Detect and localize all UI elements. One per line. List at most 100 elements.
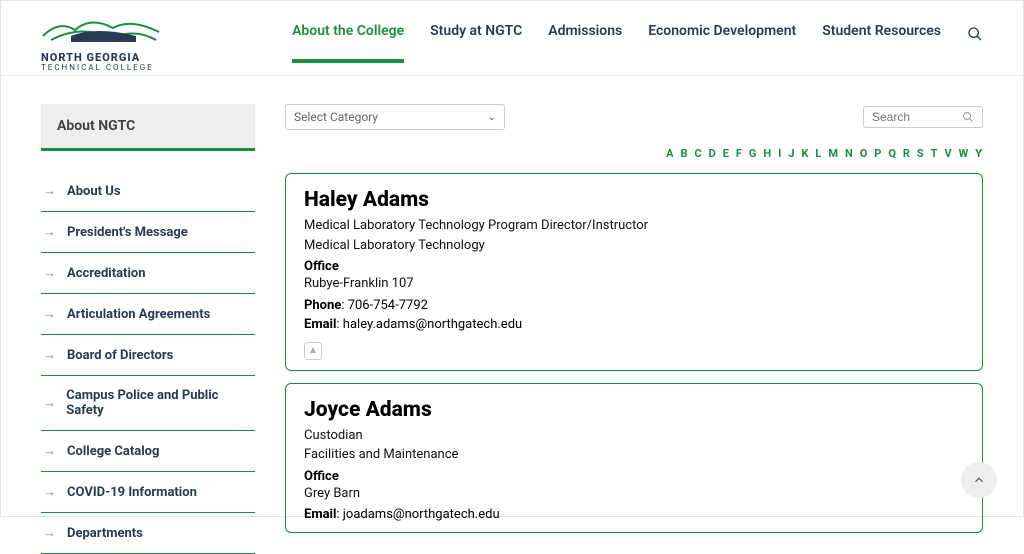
chevron-down-icon: ⌄ — [488, 112, 496, 123]
logo[interactable]: NORTH GEORGIA TECHNICAL COLLEGE — [41, 14, 161, 72]
person-email: Email: joadams@northgatech.edu — [304, 507, 964, 522]
alpha-link[interactable]: K — [801, 147, 809, 160]
alpha-link[interactable]: A — [666, 147, 674, 160]
person-card: Haley Adams Medical Laboratory Technolog… — [285, 173, 983, 371]
alpha-link[interactable]: D — [709, 147, 717, 160]
alpha-link[interactable]: V — [944, 147, 952, 160]
alpha-link[interactable]: P — [874, 147, 882, 160]
sidebar-item-board[interactable]: → Board of Directors — [41, 335, 255, 376]
sidebar-item-articulation[interactable]: → Articulation Agreements — [41, 294, 255, 335]
logo-text-line2: TECHNICAL COLLEGE — [41, 63, 154, 72]
sidebar-item-label: Accreditation — [67, 266, 146, 281]
alpha-link[interactable]: Y — [975, 147, 983, 160]
nav-about-college[interactable]: About the College — [292, 23, 404, 63]
alpha-index: A B C D E F G H I J K L M N O P Q R S T … — [285, 142, 983, 161]
person-dept: Medical Laboratory Technology — [304, 236, 964, 256]
main: Select Category ⌄ A B C D E F G H I J K … — [285, 104, 983, 554]
sidebar-item-covid[interactable]: → COVID-19 Information — [41, 472, 255, 513]
search-icon — [962, 111, 974, 123]
arrow-right-icon: → — [43, 443, 57, 459]
sidebar-item-label: COVID-19 Information — [67, 485, 197, 500]
main-top-controls: Select Category ⌄ — [285, 104, 983, 130]
alpha-link[interactable]: B — [680, 147, 688, 160]
arrow-right-icon: → — [43, 224, 57, 240]
person-name: Joyce Adams — [304, 398, 964, 422]
alpha-link[interactable]: T — [931, 147, 939, 160]
logo-text-line1: NORTH GEORGIA — [41, 52, 140, 63]
logo-mountain-icon — [41, 14, 161, 52]
person-office: Office — [304, 259, 964, 274]
person-email-value[interactable]: haley.adams@northgatech.edu — [343, 317, 522, 332]
arrow-right-icon: → — [43, 306, 57, 322]
sidebar-item-label: Departments — [67, 526, 143, 541]
sidebar-item-label: Campus Police and Public Safety — [66, 388, 249, 418]
alpha-link[interactable]: F — [736, 147, 743, 160]
arrow-right-icon: → — [43, 265, 57, 281]
office-label: Office — [304, 469, 339, 484]
sidebar-item-about-us[interactable]: → About Us — [41, 171, 255, 212]
person-marker-icon[interactable]: ▲ — [304, 342, 322, 360]
arrow-right-icon: → — [43, 484, 57, 500]
person-dept: Facilities and Maintenance — [304, 445, 964, 465]
sidebar-item-label: Board of Directors — [67, 348, 173, 363]
arrow-right-icon: → — [43, 525, 57, 541]
alpha-link[interactable]: O — [860, 147, 869, 160]
content: About NGTC → About Us → President's Mess… — [1, 76, 1023, 554]
email-label: Email — [304, 507, 336, 522]
alpha-link[interactable]: J — [788, 147, 795, 160]
alpha-link[interactable]: E — [723, 147, 730, 160]
top-nav: About the College Study at NGTC Admissio… — [292, 23, 983, 63]
alpha-link[interactable]: S — [917, 147, 925, 160]
phone-label: Phone — [304, 298, 341, 313]
alpha-link[interactable]: I — [778, 147, 782, 160]
person-email: Email: haley.adams@northgatech.edu — [304, 317, 964, 332]
nav-study[interactable]: Study at NGTC — [430, 23, 522, 63]
sidebar: About NGTC → About Us → President's Mess… — [41, 104, 255, 554]
search-input[interactable] — [872, 110, 956, 124]
sidebar-item-label: College Catalog — [67, 444, 159, 459]
person-email-value[interactable]: joadams@northgatech.edu — [343, 507, 500, 522]
search-box[interactable] — [863, 106, 983, 128]
alpha-link[interactable]: H — [763, 147, 772, 160]
sidebar-item-departments[interactable]: → Departments — [41, 513, 255, 554]
search-icon[interactable] — [967, 26, 983, 42]
sidebar-item-accreditation[interactable]: → Accreditation — [41, 253, 255, 294]
sidebar-item-label: Articulation Agreements — [67, 307, 210, 322]
select-category-label: Select Category — [294, 110, 378, 124]
nav-admissions[interactable]: Admissions — [548, 23, 622, 63]
person-office: Office — [304, 469, 964, 484]
alpha-link[interactable]: W — [959, 147, 970, 160]
header: NORTH GEORGIA TECHNICAL COLLEGE About th… — [1, 1, 1023, 76]
sidebar-item-label: About Us — [67, 184, 121, 199]
sidebar-item-presidents-message[interactable]: → President's Message — [41, 212, 255, 253]
alpha-link[interactable]: Q — [888, 147, 897, 160]
select-category[interactable]: Select Category ⌄ — [285, 104, 505, 130]
person-office-value: Grey Barn — [304, 484, 964, 504]
arrow-right-icon: → — [43, 395, 56, 411]
email-label: Email — [304, 317, 336, 332]
person-title: Medical Laboratory Technology Program Di… — [304, 216, 964, 236]
alpha-link[interactable]: M — [828, 147, 839, 160]
alpha-link[interactable]: L — [815, 147, 822, 160]
alpha-link[interactable]: N — [845, 147, 854, 160]
person-title: Custodian — [304, 426, 964, 446]
chevron-up-icon — [972, 473, 986, 487]
sidebar-item-label: President's Message — [67, 225, 188, 240]
person-card: Joyce Adams Custodian Facilities and Mai… — [285, 383, 983, 534]
sidebar-item-catalog[interactable]: → College Catalog — [41, 431, 255, 472]
sidebar-title: About NGTC — [41, 104, 255, 151]
person-phone-value: 706-754-7792 — [348, 298, 428, 313]
alpha-link[interactable]: R — [903, 147, 911, 160]
person-phone: Phone: 706-754-7792 — [304, 298, 964, 313]
alpha-link[interactable]: G — [749, 147, 758, 160]
person-office-value: Rubye-Franklin 107 — [304, 274, 964, 294]
arrow-right-icon: → — [43, 347, 57, 363]
alpha-link[interactable]: C — [694, 147, 702, 160]
sidebar-item-campus-police[interactable]: → Campus Police and Public Safety — [41, 376, 255, 431]
nav-student-resources[interactable]: Student Resources — [822, 23, 941, 63]
arrow-right-icon: → — [43, 183, 57, 199]
office-label: Office — [304, 259, 339, 274]
nav-economic-development[interactable]: Economic Development — [648, 23, 796, 63]
person-name: Haley Adams — [304, 188, 964, 212]
scroll-to-top-button[interactable] — [961, 462, 997, 498]
